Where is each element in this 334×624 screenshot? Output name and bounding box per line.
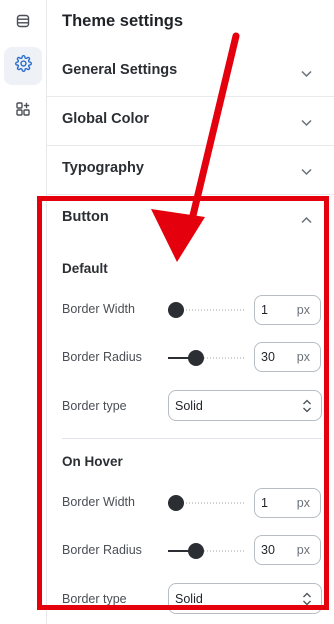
group-divider — [62, 438, 322, 439]
border-radius-slider[interactable] — [168, 350, 244, 366]
chevron-down-icon — [301, 114, 312, 132]
section-typography[interactable]: Typography — [47, 145, 334, 195]
border-width-label: Border Width — [62, 302, 135, 316]
hover-group-title: On Hover — [62, 454, 123, 469]
select-value: Solid — [175, 592, 203, 606]
slider-thumb[interactable] — [187, 350, 204, 366]
section-label: Global Color — [62, 111, 149, 127]
apps-button[interactable] — [4, 92, 42, 130]
section-global-color[interactable]: Global Color — [47, 96, 334, 146]
input-value: 1 — [261, 303, 268, 317]
hover-border-radius-slider[interactable] — [168, 543, 244, 559]
slider-thumb[interactable] — [168, 302, 184, 318]
chevron-down-icon — [301, 65, 312, 83]
border-radius-input[interactable]: 30 px — [254, 342, 321, 372]
border-width-label: Border Width — [62, 495, 135, 509]
chevron-down-icon — [301, 163, 312, 181]
border-width-slider[interactable] — [168, 302, 244, 318]
hover-border-radius-input[interactable]: 30 px — [254, 535, 321, 565]
border-radius-label: Border Radius — [62, 350, 142, 364]
input-value: 1 — [261, 496, 268, 510]
input-unit: px — [296, 350, 310, 364]
gear-icon — [14, 55, 32, 77]
border-radius-label: Border Radius — [62, 543, 142, 557]
border-width-input[interactable]: 1 px — [254, 295, 321, 325]
theme-settings-panel: Theme settings General Settings Global C… — [47, 0, 334, 624]
input-value: 30 — [261, 543, 275, 557]
sections-icon — [15, 13, 31, 34]
border-type-label: Border type — [62, 399, 127, 413]
border-type-select[interactable]: Solid — [168, 390, 322, 421]
section-button[interactable]: Button — [47, 194, 334, 243]
default-group-title: Default — [62, 261, 108, 276]
section-label: Button — [62, 209, 109, 225]
select-value: Solid — [175, 399, 203, 413]
input-unit: px — [296, 496, 310, 510]
hover-border-width-slider[interactable] — [168, 495, 244, 511]
sections-button[interactable] — [4, 4, 42, 42]
input-unit: px — [296, 543, 310, 557]
apps-icon — [15, 101, 31, 122]
input-value: 30 — [261, 350, 275, 364]
slider-thumb[interactable] — [187, 543, 204, 559]
page-title: Theme settings — [62, 12, 184, 30]
sidebar-rail — [0, 0, 47, 624]
section-label: General Settings — [62, 62, 178, 78]
input-unit: px — [296, 303, 310, 317]
select-arrows-icon — [302, 592, 312, 611]
select-arrows-icon — [302, 399, 312, 418]
theme-settings-button[interactable] — [4, 47, 42, 85]
section-general-settings[interactable]: General Settings — [47, 47, 334, 97]
hover-border-width-input[interactable]: 1 px — [254, 488, 321, 518]
border-type-label: Border type — [62, 592, 127, 606]
slider-thumb[interactable] — [168, 495, 184, 511]
section-label: Typography — [62, 160, 144, 176]
chevron-up-icon — [301, 211, 312, 229]
hover-border-type-select[interactable]: Solid — [168, 583, 322, 614]
